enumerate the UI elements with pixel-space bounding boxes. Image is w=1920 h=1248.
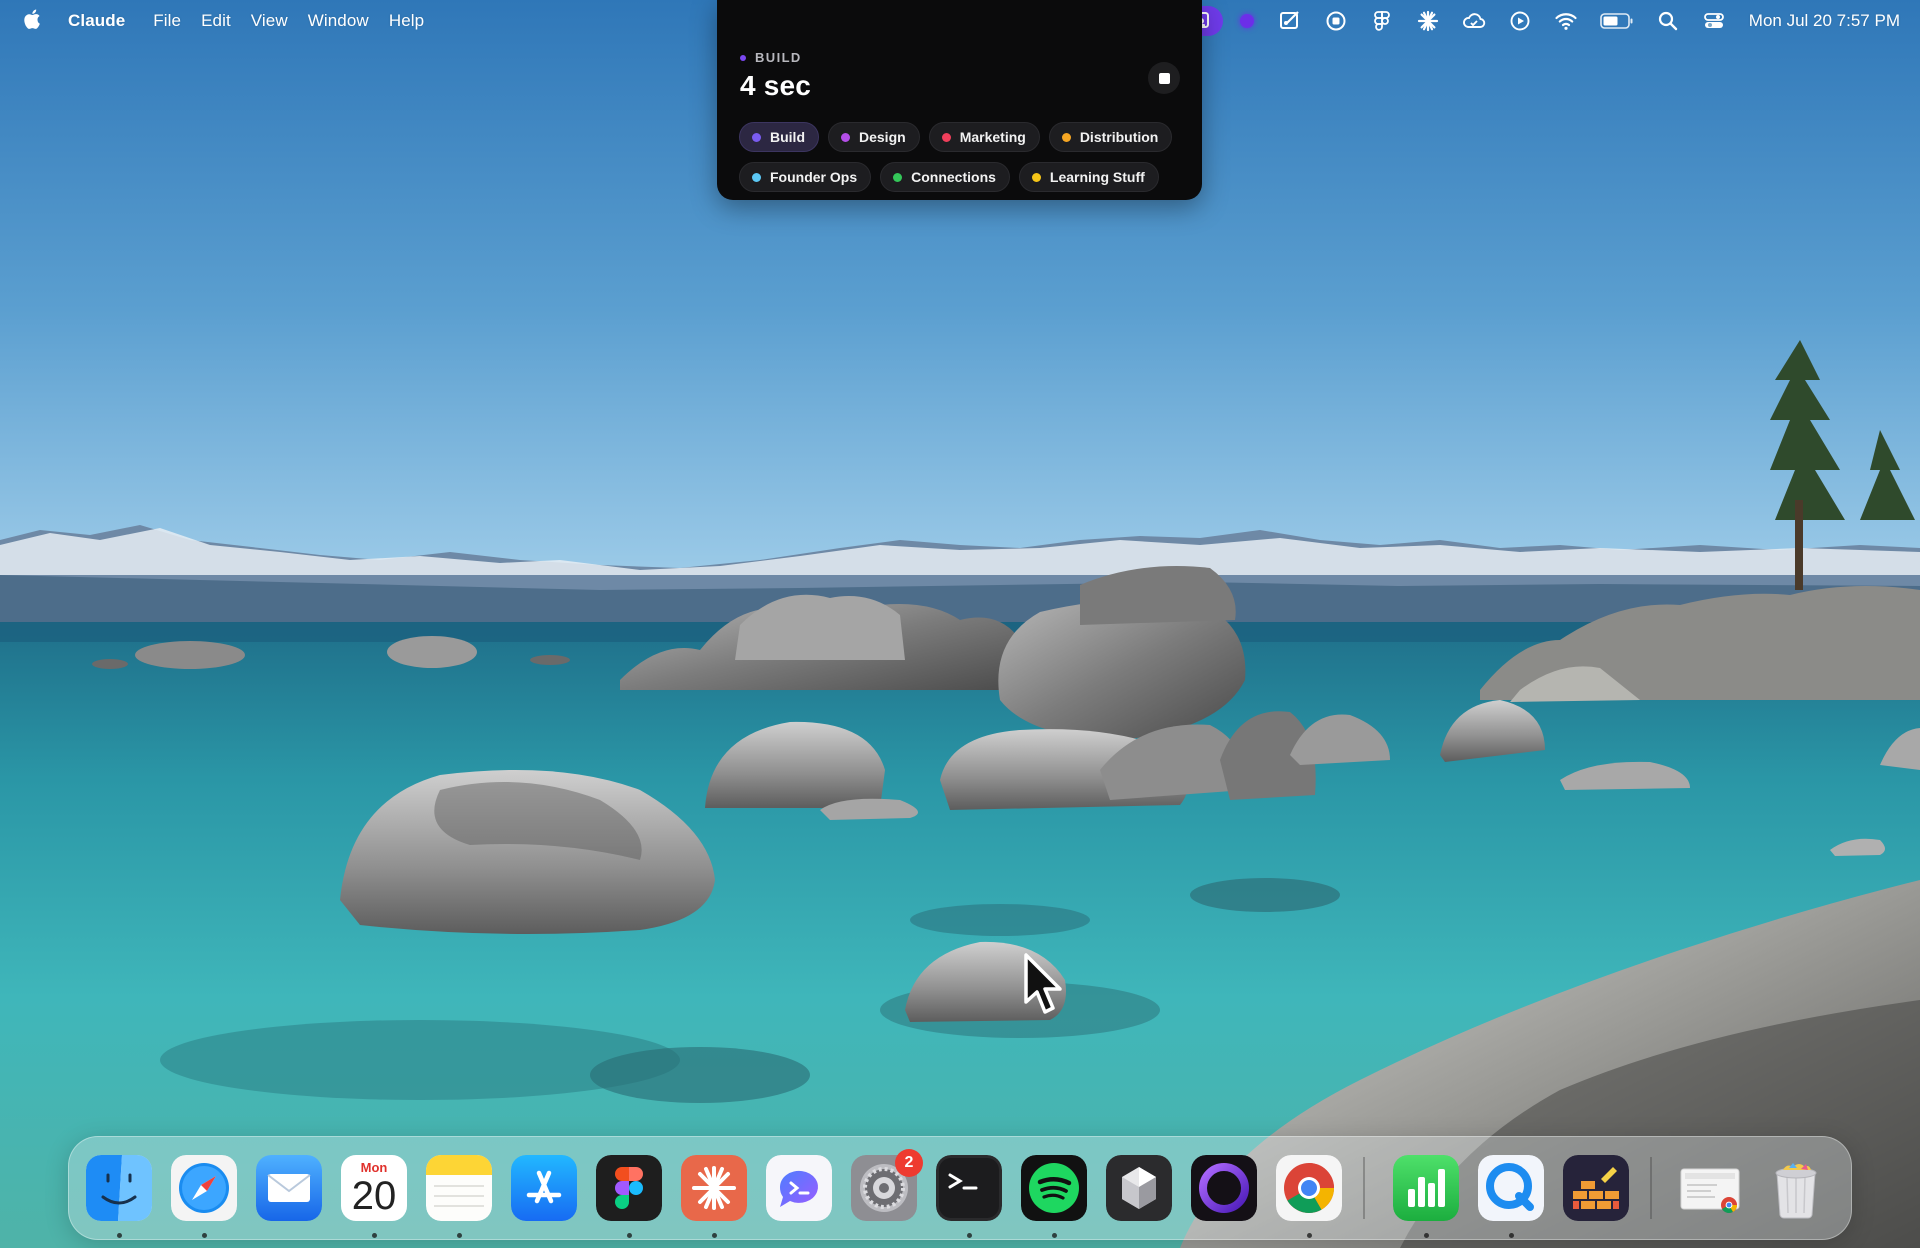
timer-elapsed: 4 sec: [740, 70, 812, 101]
menu-help[interactable]: Help: [379, 0, 434, 42]
menu-file[interactable]: File: [143, 0, 191, 42]
figma-icon[interactable]: [1359, 0, 1405, 42]
dock-running-indicator: [627, 1233, 632, 1238]
record-icon[interactable]: [1313, 0, 1359, 42]
menu-window[interactable]: Window: [298, 0, 379, 42]
dock-terminal-icon[interactable]: [936, 1155, 1002, 1221]
timer-header: BUILD 4 sec: [740, 50, 811, 102]
dock-game-icon[interactable]: [1563, 1155, 1629, 1221]
tag-color-dot: [941, 132, 951, 142]
tag-color-dot: [752, 132, 761, 142]
dock-messenger-icon[interactable]: [766, 1155, 832, 1221]
dock: Mon 20 2: [68, 1136, 1852, 1240]
timer-project-row: BUILD: [740, 50, 811, 65]
wifi-icon[interactable]: [1543, 0, 1589, 42]
menu-bar-left: Claude File Edit View Window Help: [0, 0, 434, 42]
screenshot-tool-icon[interactable]: [1267, 0, 1313, 42]
tag-color-dot: [1031, 172, 1041, 182]
dock-running-indicator: [1052, 1233, 1057, 1238]
cloud-sync-icon[interactable]: [1451, 0, 1497, 42]
claude-icon[interactable]: [1405, 0, 1451, 42]
dock-mail-icon[interactable]: [256, 1155, 322, 1221]
stop-icon: [1158, 72, 1170, 84]
dock-numbers-icon[interactable]: [1393, 1155, 1459, 1221]
control-center-icon[interactable]: [1691, 0, 1737, 42]
dock-running-indicator: [1424, 1233, 1429, 1238]
play-icon[interactable]: [1497, 0, 1543, 42]
time-tracker-widget: BUILD 4 sec Build Design Marketing Distribu…: [717, 0, 1202, 200]
dock-downloads-stack[interactable]: [1677, 1155, 1743, 1221]
tag-color-dot: [841, 132, 850, 142]
search-icon[interactable]: [1645, 0, 1691, 42]
menu-bar-status: Mon Jul 20 7:57 PM: [1170, 0, 1920, 42]
dock-figma-icon[interactable]: [596, 1155, 662, 1221]
timer-project-label: BUILD: [755, 50, 802, 65]
dock-running-indicator: [712, 1233, 717, 1238]
dock-claude-icon[interactable]: [681, 1155, 747, 1221]
menu-edit[interactable]: Edit: [191, 0, 241, 42]
dock-spotify-icon[interactable]: [1021, 1155, 1087, 1221]
recording-dot-icon[interactable]: [1227, 14, 1267, 28]
project-tag-distribution[interactable]: Distribution: [1048, 122, 1173, 152]
dock-finder-icon[interactable]: [86, 1155, 152, 1221]
dock-running-indicator: [202, 1233, 207, 1238]
dock-trash-icon[interactable]: [1763, 1155, 1829, 1221]
menu-app-name[interactable]: Claude: [68, 0, 135, 42]
project-tag-founder-ops[interactable]: Founder Ops: [739, 162, 872, 192]
project-tag-list: Build Design Marketing Distribution Founder …: [739, 122, 1189, 192]
dock-running-indicator: [372, 1233, 377, 1238]
dock-quicktime-icon[interactable]: [1478, 1155, 1544, 1221]
battery-icon[interactable]: [1589, 0, 1645, 42]
dock-running-indicator: [967, 1233, 972, 1238]
menu-bar-clock[interactable]: Mon Jul 20 7:57 PM: [1749, 11, 1900, 31]
stop-timer-button[interactable]: [1148, 62, 1180, 94]
dock-calendar-icon[interactable]: Mon 20: [341, 1155, 407, 1221]
tag-label: Design: [859, 129, 906, 145]
mouse-cursor-icon: [1024, 953, 1062, 1014]
dock-chrome-icon[interactable]: [1276, 1155, 1342, 1221]
dock-running-indicator: [117, 1233, 122, 1238]
dock-app-store-icon[interactable]: [511, 1155, 577, 1221]
project-color-dot: [740, 54, 746, 61]
tag-label: Distribution: [1079, 129, 1159, 145]
dock-notes-icon[interactable]: [426, 1155, 492, 1221]
tag-label: Marketing: [959, 129, 1026, 145]
dock-arc-icon[interactable]: [1191, 1155, 1257, 1221]
dock-running-indicator: [1509, 1233, 1514, 1238]
settings-notification-badge: 2: [895, 1149, 923, 1177]
project-tag-connections[interactable]: Connections: [880, 162, 1010, 192]
dock-running-indicator: [457, 1233, 462, 1238]
calendar-month: Mon: [360, 1160, 388, 1175]
project-tag-build[interactable]: Build: [739, 122, 819, 152]
dock-divider: [1363, 1157, 1365, 1219]
menu-view[interactable]: View: [241, 0, 298, 42]
dock-divider: [1650, 1157, 1652, 1219]
tag-color-dot: [893, 172, 903, 182]
project-tag-learning-stuff[interactable]: Learning Stuff: [1018, 162, 1159, 192]
dock-running-indicator: [1307, 1233, 1312, 1238]
tag-label: Founder Ops: [770, 169, 858, 185]
dock-safari-icon[interactable]: [171, 1155, 237, 1221]
tag-color-dot: [752, 172, 761, 182]
tag-label: Build: [770, 129, 805, 145]
tag-label: Connections: [911, 169, 996, 185]
tag-color-dot: [1061, 132, 1071, 142]
project-tag-marketing[interactable]: Marketing: [928, 122, 1040, 152]
project-tag-design[interactable]: Design: [828, 122, 920, 152]
calendar-day: 20: [351, 1174, 397, 1218]
tag-label: Learning Stuff: [1049, 169, 1145, 185]
dock-linear-icon[interactable]: [1106, 1155, 1172, 1221]
apple-menu-icon[interactable]: [22, 7, 68, 36]
